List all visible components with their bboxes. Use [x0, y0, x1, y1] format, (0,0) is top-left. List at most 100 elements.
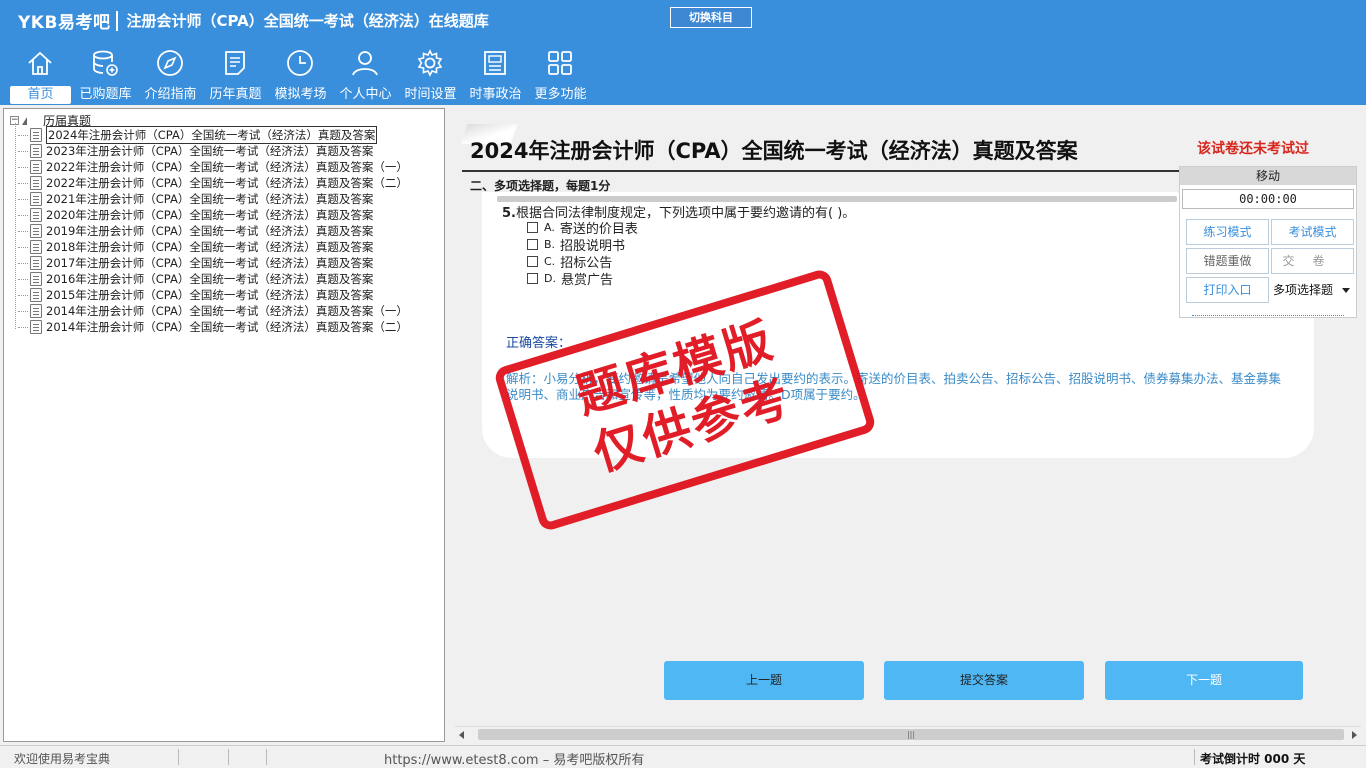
tree-item[interactable]: 2018年注册会计师（CPA）全国统一考试（经济法）真题及答案 — [18, 239, 408, 255]
nav-time-settings[interactable]: 时间设置 — [398, 48, 463, 104]
document-icon — [30, 128, 42, 142]
nav-time-label: 时间设置 — [404, 87, 457, 102]
exam-mode-button[interactable]: 考试模式 — [1271, 219, 1354, 245]
document-icon — [30, 272, 42, 286]
app-title: 注册会计师（CPA）全国统一考试（经济法）在线题库 — [126, 12, 489, 30]
nav-personal-center[interactable]: 个人中心 — [333, 48, 398, 104]
document-icon — [30, 208, 42, 222]
tree-connector — [18, 199, 28, 200]
option-letter: D. — [544, 272, 556, 285]
submit-paper-button[interactable]: 交卷 — [1271, 248, 1354, 274]
panel-slider[interactable] — [1192, 315, 1344, 316]
question-number: 5. — [502, 206, 516, 221]
paper-title: 2024年注册会计师（CPA）全国统一考试（经济法）真题及答案 — [470, 139, 1078, 163]
redo-wrong-button[interactable]: 错题重做 — [1186, 248, 1269, 274]
scroll-left-icon[interactable] — [459, 731, 464, 739]
document-icon — [30, 224, 42, 238]
question-type-select[interactable]: 多项选择题 — [1271, 277, 1354, 303]
tree-item-label: 2016年注册会计师（CPA）全国统一考试（经济法）真题及答案 — [46, 272, 374, 286]
next-question-button[interactable]: 下一题 — [1105, 661, 1303, 700]
document-icon — [30, 288, 42, 302]
option-c[interactable]: C. 招标公告 — [527, 253, 638, 271]
tree-item[interactable]: 2020年注册会计师（CPA）全国统一考试（经济法）真题及答案 — [18, 207, 408, 223]
compass-icon — [157, 50, 183, 76]
status-divider — [178, 749, 179, 765]
welcome-text: 欢迎使用易考宝典 — [14, 752, 111, 766]
practice-mode-button[interactable]: 练习模式 — [1186, 219, 1269, 245]
control-buttons: 练习模式 考试模式 错题重做 交卷 打印入口 多项选择题 — [1186, 219, 1354, 303]
nav-home[interactable]: 首页 — [8, 48, 73, 104]
tree-item-label: 2021年注册会计师（CPA）全国统一考试（经济法）真题及答案 — [46, 192, 374, 206]
status-divider — [228, 749, 229, 765]
copyright-text: https://www.etest8.com – 易考吧版权所有 — [384, 753, 645, 768]
tree-connector — [18, 279, 28, 280]
print-button[interactable]: 打印入口 — [1186, 277, 1269, 303]
folder-icon — [22, 116, 27, 125]
document-icon — [30, 256, 42, 270]
option-d[interactable]: D. 悬赏广告 — [527, 270, 638, 288]
option-a-checkbox[interactable] — [527, 222, 538, 233]
scrollbar-thumb[interactable]: ||| — [478, 729, 1344, 740]
option-c-checkbox[interactable] — [527, 256, 538, 267]
tree-item[interactable]: 2022年注册会计师（CPA）全国统一考试（经济法）真题及答案（一） — [18, 159, 408, 175]
tree-item-label: 2019年注册会计师（CPA）全国统一考试（经济法）真题及答案 — [46, 224, 374, 238]
tree-item[interactable]: 2017年注册会计师（CPA）全国统一考试（经济法）真题及答案 — [18, 255, 408, 271]
nav-current-affairs[interactable]: 时事政治 — [463, 48, 528, 104]
horizontal-scrollbar[interactable]: ||| — [455, 726, 1361, 742]
nav-more[interactable]: 更多功能 — [528, 48, 593, 104]
document-list-icon — [225, 51, 245, 75]
option-b[interactable]: B. 招股说明书 — [527, 236, 638, 254]
nav-affairs-label: 时事政治 — [469, 87, 522, 102]
tree-item[interactable]: 2021年注册会计师（CPA）全国统一考试（经济法）真题及答案 — [18, 191, 408, 207]
grid-icon — [548, 51, 572, 75]
tree-connector — [18, 263, 28, 264]
switch-subject-button[interactable]: 切换科目 — [670, 7, 752, 28]
brand-separator — [116, 10, 119, 31]
document-icon — [30, 192, 42, 206]
option-d-checkbox[interactable] — [527, 273, 538, 284]
clock-icon — [287, 50, 313, 76]
document-icon — [30, 304, 42, 318]
nav-home-label: 首页 — [10, 86, 71, 104]
tree-connector — [18, 135, 28, 136]
move-handle[interactable]: 移动 — [1180, 167, 1356, 185]
tree-item-label: 2015年注册会计师（CPA）全国统一考试（经济法）真题及答案 — [46, 288, 374, 302]
tree-connector — [18, 327, 28, 328]
tree-item-label: 2022年注册会计师（CPA）全国统一考试（经济法）真题及答案（二） — [46, 176, 408, 190]
nav-past-papers[interactable]: 历年真题 — [203, 48, 268, 104]
tree-item[interactable]: 2014年注册会计师（CPA）全国统一考试（经济法）真题及答案（二） — [18, 319, 408, 335]
status-bar: 欢迎使用易考宝典 https://www.etest8.com – 易考吧版权所… — [0, 745, 1366, 768]
news-icon — [484, 51, 506, 75]
tree-item[interactable]: 2019年注册会计师（CPA）全国统一考试（经济法）真题及答案 — [18, 223, 408, 239]
nav-more-label: 更多功能 — [534, 87, 587, 102]
tree-item[interactable]: 2022年注册会计师（CPA）全国统一考试（经济法）真题及答案（二） — [18, 175, 408, 191]
tree-item[interactable]: 2016年注册会计师（CPA）全国统一考试（经济法）真题及答案 — [18, 271, 408, 287]
tree-connector — [18, 247, 28, 248]
option-letter: B. — [544, 238, 556, 251]
option-a[interactable]: A. 寄送的价目表 — [527, 219, 638, 237]
brand: YKB易考吧 注册会计师（CPA）全国统一考试（经济法）在线题库 — [18, 8, 489, 33]
tree-list: 2024年注册会计师（CPA）全国统一考试（经济法）真题及答案 2023年注册会计… — [18, 126, 408, 335]
nav-guide[interactable]: 介绍指南 — [138, 48, 203, 104]
scroll-right-icon[interactable] — [1352, 731, 1357, 739]
submit-answer-button[interactable]: 提交答案 — [884, 661, 1084, 700]
tree-connector — [15, 123, 16, 329]
prev-question-button[interactable]: 上一题 — [664, 661, 864, 700]
nav-past-papers-label: 历年真题 — [209, 87, 262, 102]
tree-item[interactable]: 2014年注册会计师（CPA）全国统一考试（经济法）真题及答案（一） — [18, 303, 408, 319]
chevron-down-icon — [1342, 287, 1350, 293]
tree-item[interactable]: 2015年注册会计师（CPA）全国统一考试（经济法）真题及答案 — [18, 287, 408, 303]
database-add-icon — [93, 50, 118, 76]
document-icon — [30, 160, 42, 174]
status-divider — [266, 749, 267, 765]
tree-connector — [18, 311, 28, 312]
nav-purchased-banks[interactable]: 已购题库 — [73, 48, 138, 104]
document-icon — [30, 240, 42, 254]
nav-mock-exam[interactable]: 模拟考场 — [268, 48, 333, 104]
tree-item[interactable]: 2024年注册会计师（CPA）全国统一考试（经济法）真题及答案 — [18, 126, 408, 144]
document-icon — [30, 144, 42, 158]
tree-item[interactable]: 2023年注册会计师（CPA）全国统一考试（经济法）真题及答案 — [18, 143, 408, 159]
tree-connector — [18, 295, 28, 296]
option-b-checkbox[interactable] — [527, 239, 538, 250]
section-heading: 二、多项选择题，每题1分 — [462, 170, 1182, 196]
